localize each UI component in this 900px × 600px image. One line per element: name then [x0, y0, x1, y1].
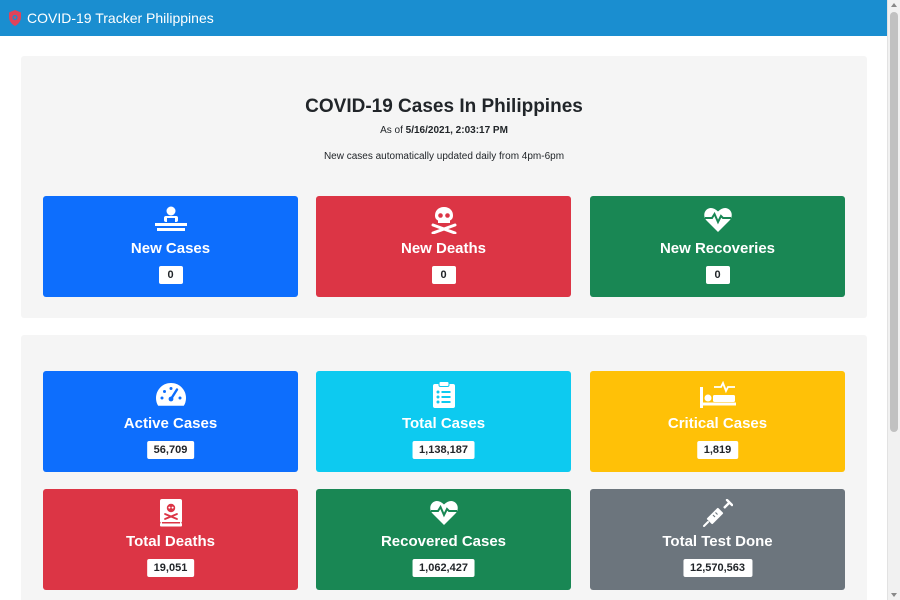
heartbeat-icon	[429, 501, 458, 525]
stat-card-title: Recovered Cases	[380, 533, 507, 550]
page-title: COVID-19 Cases In Philippines	[305, 96, 583, 117]
procedures-icon	[699, 381, 736, 408]
stat-card-value: 0	[158, 266, 183, 284]
stat-card-new-cases: New Cases 0	[43, 196, 298, 297]
totals-panel: Active Cases 56,709 Total Cases 1,138,18…	[21, 335, 867, 600]
stat-card-title: Total Test Done	[662, 533, 773, 550]
stat-card-total-cases: Total Cases 1,138,187	[316, 371, 571, 472]
stat-card-value: 12,570,563	[682, 559, 753, 577]
heartbeat-icon	[703, 208, 732, 232]
clipboard-list-icon	[432, 381, 455, 408]
book-dead-icon	[159, 499, 182, 527]
stat-card-total-test-done: Total Test Done 12,570,563	[590, 489, 845, 590]
new-cases-panel: COVID-19 Cases In Philippines As of 5/16…	[21, 56, 867, 318]
stat-card-new-recoveries: New Recoveries 0	[590, 196, 845, 297]
tachometer-icon	[155, 383, 186, 406]
navbar: COVID-19 Tracker Philippines	[0, 0, 887, 36]
stat-card-title: New Recoveries	[659, 240, 776, 257]
as-of-line: As of 5/16/2021, 2:03:17 PM	[21, 125, 867, 136]
scroll-down-arrow-icon[interactable]	[891, 593, 897, 597]
stat-card-value: 1,138,187	[412, 441, 475, 459]
user-injured-icon	[154, 206, 187, 231]
skull-crossbones-icon	[431, 207, 456, 234]
stat-card-total-deaths: Total Deaths 19,051	[43, 489, 298, 590]
stat-card-critical-cases: Critical Cases 1,819	[590, 371, 845, 472]
stat-card-value: 0	[705, 266, 730, 284]
syringe-icon	[702, 499, 733, 527]
page-scrollbar[interactable]	[887, 0, 900, 600]
stat-card-value: 1,819	[696, 441, 739, 459]
stat-card-recovered-cases: Recovered Cases 1,062,427	[316, 489, 571, 590]
scroll-thumb[interactable]	[890, 12, 898, 432]
update-note: New cases automatically updated daily fr…	[323, 151, 565, 162]
stat-card-value: 1,062,427	[412, 559, 475, 577]
stat-card-title: Active Cases	[123, 415, 218, 432]
stat-card-title: Critical Cases	[667, 415, 768, 432]
as-of-label: As of	[380, 125, 403, 136]
stat-card-title: New Deaths	[400, 240, 487, 257]
stat-card-active-cases: Active Cases 56,709	[43, 371, 298, 472]
stat-card-title: New Cases	[130, 240, 211, 257]
as-of-timestamp: 5/16/2021, 2:03:17 PM	[405, 125, 508, 136]
stat-card-value: 19,051	[146, 559, 195, 577]
stat-card-value: 56,709	[146, 441, 195, 459]
scroll-up-arrow-icon[interactable]	[891, 3, 897, 7]
stat-card-title: Total Cases	[401, 415, 486, 432]
stat-card-title: Total Deaths	[126, 533, 215, 550]
navbar-title[interactable]: COVID-19 Tracker Philippines	[27, 10, 214, 26]
shield-virus-icon	[9, 10, 21, 26]
stat-card-new-deaths: New Deaths 0	[316, 196, 571, 297]
stat-card-value: 0	[431, 266, 456, 284]
